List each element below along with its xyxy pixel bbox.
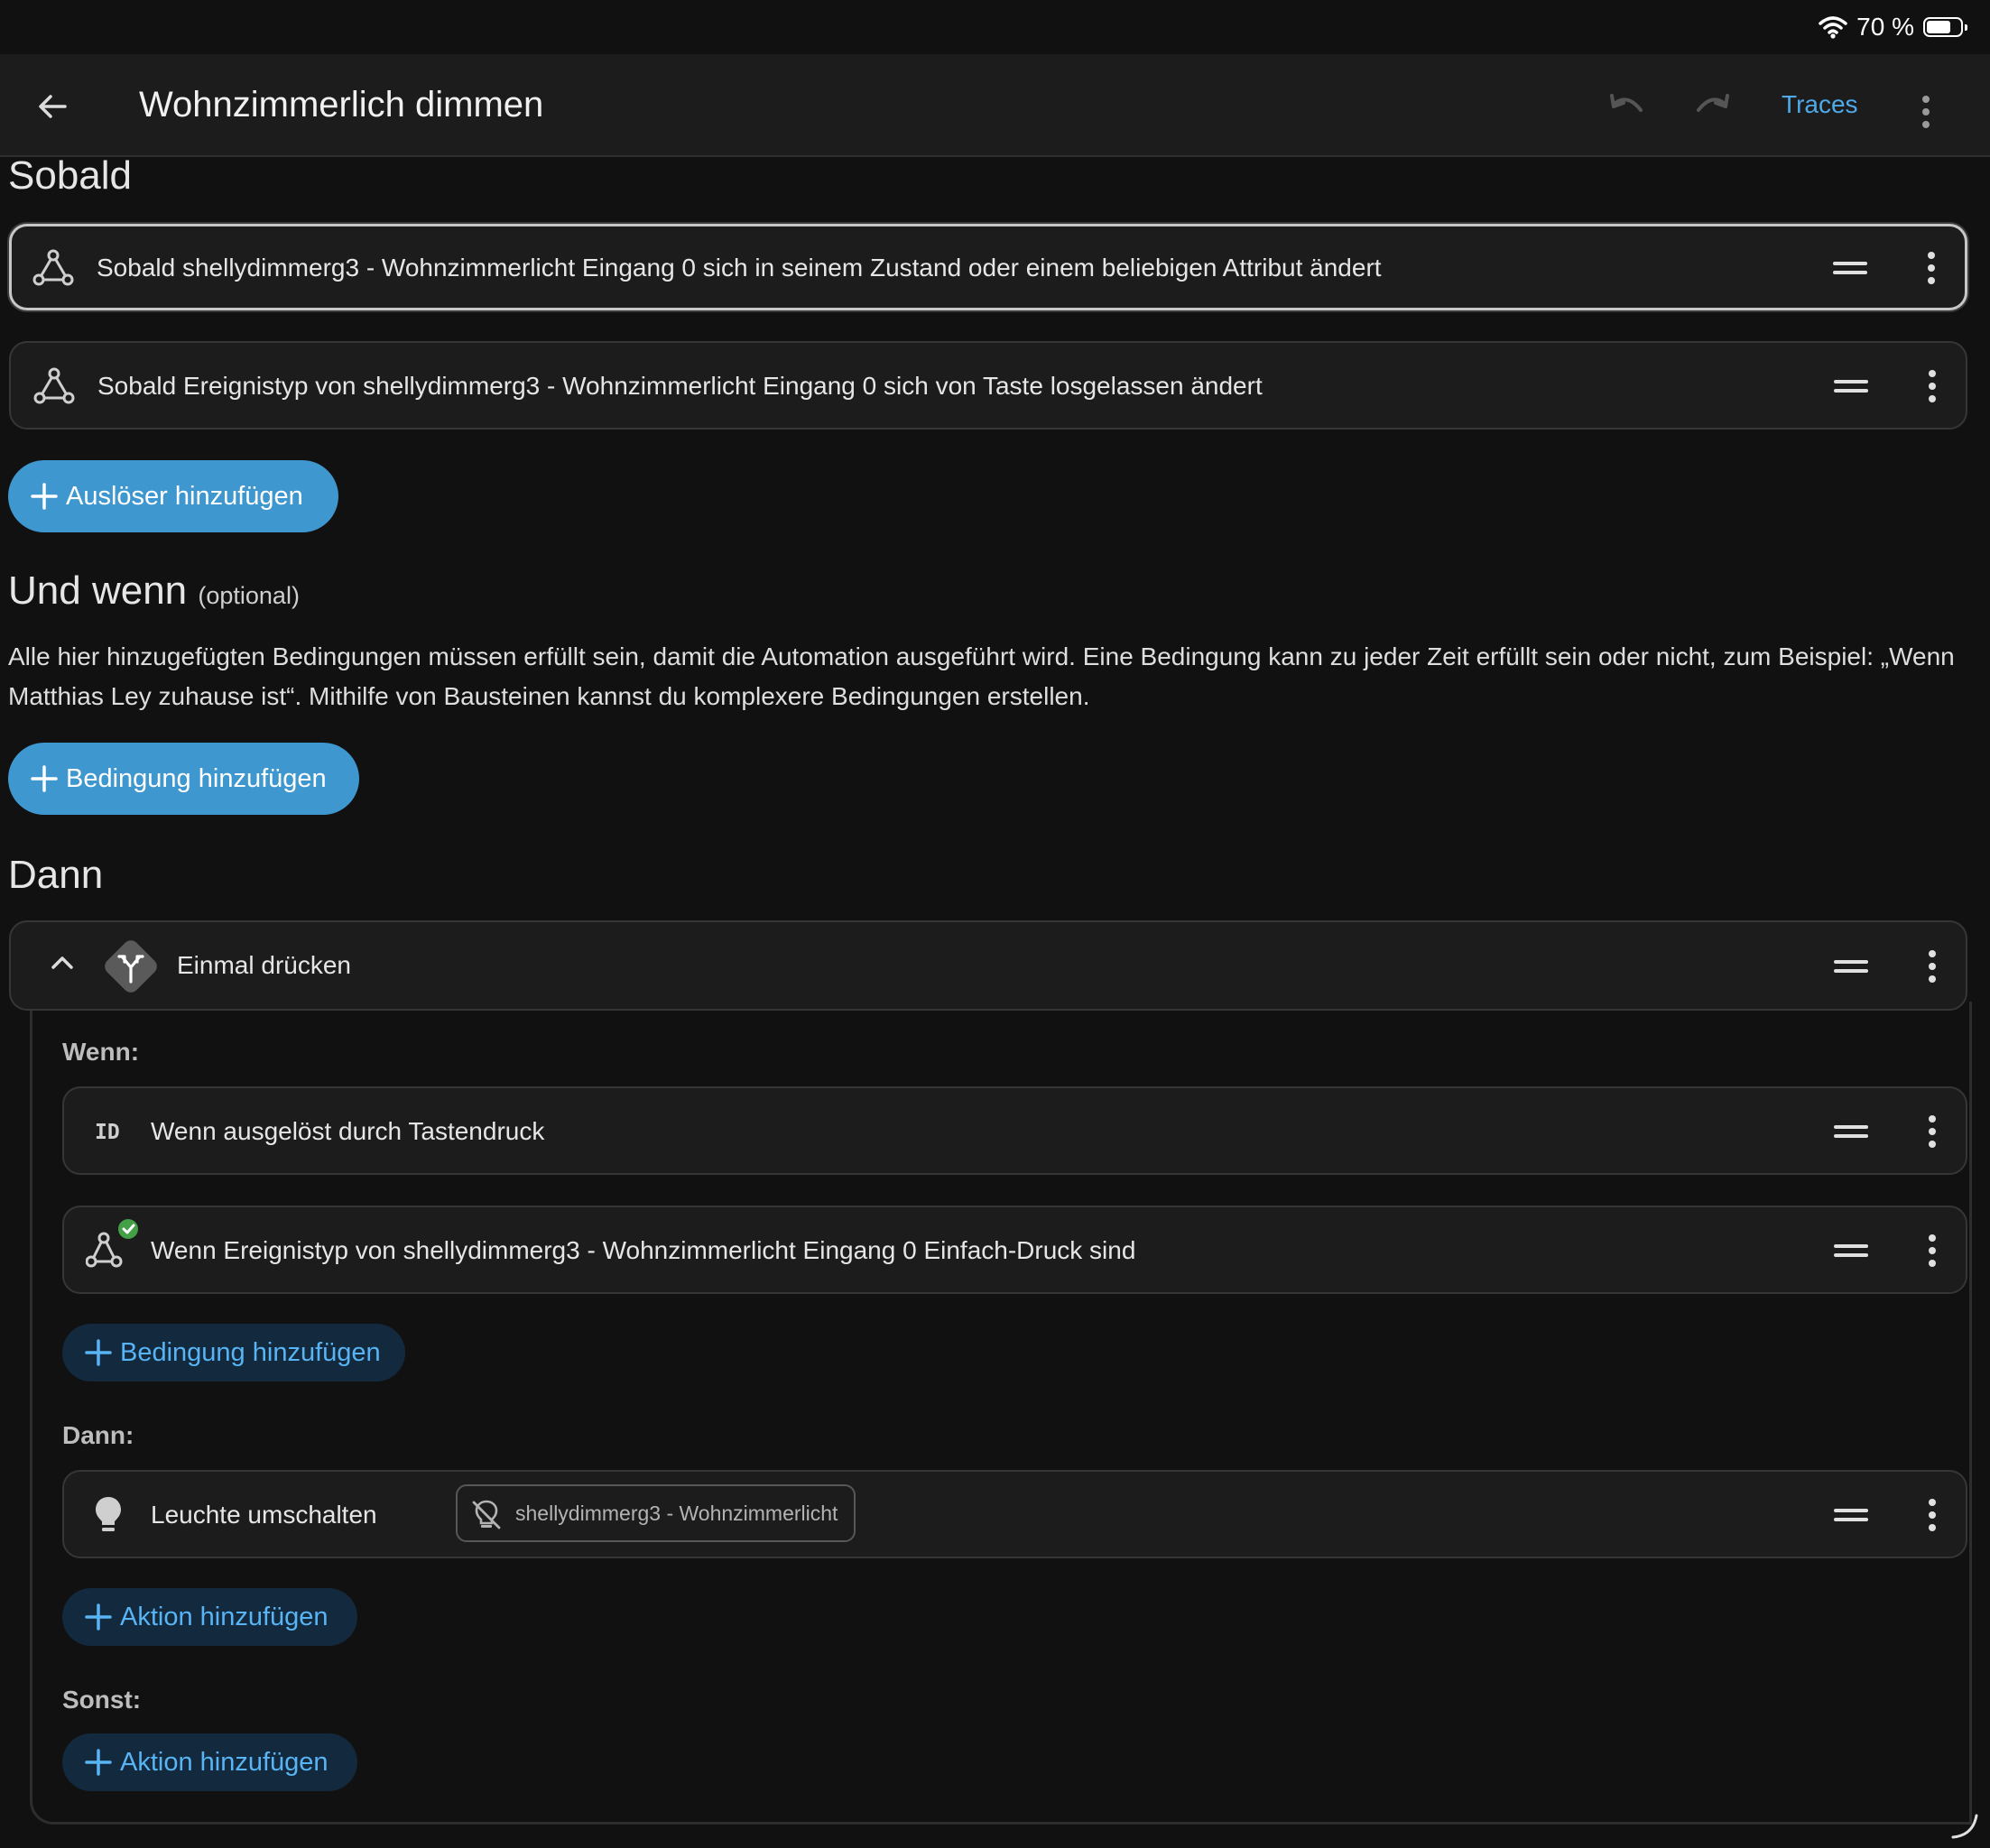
add-trigger-label: Auslöser hinzufügen [66,481,303,511]
triggers-section-title: Sobald [8,153,133,198]
add-action-label: Aktion hinzufügen [120,1602,329,1631]
add-action-button[interactable]: Aktion hinzufügen [62,1588,357,1646]
drag-handle-icon[interactable] [1834,1509,1868,1521]
drag-handle-icon[interactable] [1834,1125,1868,1138]
conditions-description: Alle hier hinzugefügten Bedingungen müss… [8,642,1955,710]
action-label: Leuchte umschalten [151,1501,377,1529]
entity-chip[interactable]: shellydimmerg3 - Wohnzimmerlicht [456,1484,856,1542]
status-bar: 70 % [0,0,1990,54]
add-nested-condition-button[interactable]: Bedingung hinzufügen [62,1324,405,1381]
add-nested-condition-label: Bedingung hinzufügen [120,1337,381,1367]
undo-icon[interactable] [1606,88,1646,125]
plus-icon [85,1749,112,1776]
conditions-title-text: Und wenn [8,568,188,613]
trigger-card[interactable]: Sobald shellydimmerg3 - Wohnzimmerlicht … [9,224,1967,310]
more-menu-icon[interactable] [1926,365,1937,408]
add-else-action-button[interactable]: Aktion hinzufügen [62,1733,357,1791]
battery-percentage: 70 % [1856,13,1914,41]
add-trigger-button[interactable]: Auslöser hinzufügen [8,460,338,532]
condition-label: Wenn Ereignistyp von shellydimmerg3 - Wo… [151,1236,1136,1264]
plus-icon [85,1603,112,1631]
add-condition-label: Bedingung hinzufügen [66,763,327,793]
traces-button[interactable]: Traces [1782,90,1858,119]
page-title: Wohnzimmerlich dimmen [139,85,544,125]
condition-card[interactable]: Wenn Ereignistyp von shellydimmerg3 - Wo… [62,1206,1967,1294]
condition-card[interactable]: ID Wenn ausgelöst durch Tastendruck [62,1086,1967,1175]
choose-icon [105,940,157,993]
more-menu-icon[interactable] [1926,1110,1937,1153]
entity-chip-label: shellydimmerg3 - Wohnzimmerlicht [515,1501,838,1525]
add-condition-button[interactable]: Bedingung hinzufügen [8,743,359,815]
app-toolbar: Wohnzimmerlich dimmen Traces [0,54,1990,157]
more-menu-icon[interactable] [1926,1229,1937,1272]
device-trigger-icon [33,367,75,404]
choose-option-label: Einmal drücken [177,951,351,979]
lightbulb-icon [96,1497,121,1531]
then-label: Dann: [62,1421,134,1449]
optional-hint: (optional) [198,582,300,609]
drag-handle-icon[interactable] [1833,262,1867,274]
lightbulb-off-icon [472,1500,501,1529]
chevron-up-icon[interactable] [49,953,76,971]
svg-text:ID: ID [95,1121,120,1144]
plus-icon [85,1339,112,1366]
else-label: Sonst: [62,1686,142,1714]
more-menu-icon[interactable] [1926,1493,1937,1537]
action-card[interactable]: Leuchte umschalten shellydimmerg3 - Wohn… [62,1470,1967,1558]
trigger-label: Sobald shellydimmerg3 - Wohnzimmerlicht … [97,254,1382,282]
overflow-menu-icon[interactable] [1920,90,1945,128]
plus-icon [31,483,58,510]
redo-icon[interactable] [1693,88,1733,125]
drag-handle-icon[interactable] [1834,380,1868,393]
device-condition-icon [86,1219,138,1268]
condition-label: Wenn ausgelöst durch Tastendruck [151,1117,545,1145]
choose-action-header[interactable]: Einmal drücken [9,920,1967,1011]
back-arrow-icon[interactable] [32,87,72,126]
when-label: Wenn: [62,1038,140,1066]
wifi-icon [1819,16,1847,39]
more-menu-icon[interactable] [1926,945,1937,988]
status-indicators: 70 % [1819,13,1967,42]
drag-handle-icon[interactable] [1834,1244,1868,1257]
trigger-label: Sobald Ereignistyp von shellydimmerg3 - … [97,372,1263,400]
drag-handle-icon[interactable] [1834,960,1868,973]
trigger-id-icon: ID [95,1121,120,1144]
resize-corner-icon [1951,1814,1978,1839]
device-trigger-icon [32,249,74,286]
plus-icon [31,765,58,792]
battery-icon [1923,17,1967,37]
conditions-section-title: Und wenn (optional) [8,568,300,614]
add-else-action-label: Aktion hinzufügen [120,1747,329,1777]
actions-section-title: Dann [8,853,104,897]
trigger-card[interactable]: Sobald Ereignistyp von shellydimmerg3 - … [9,341,1967,430]
more-menu-icon[interactable] [1925,246,1936,290]
